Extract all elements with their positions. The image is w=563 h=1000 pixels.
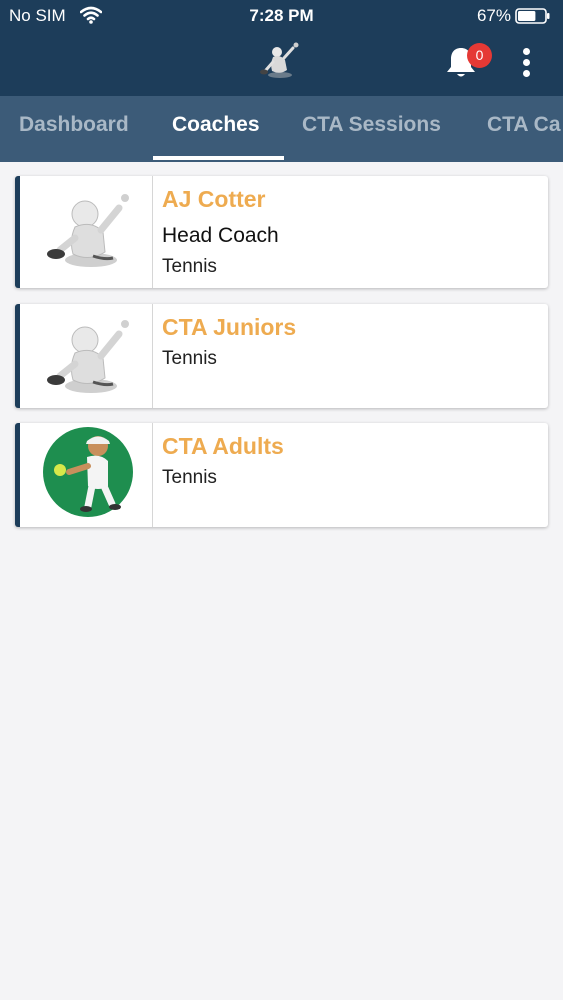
tennis-figure-icon	[47, 320, 129, 393]
tab-coaches[interactable]: Coaches	[172, 113, 260, 137]
tab-bar: Dashboard Coaches CTA Sessions CTA Ca	[0, 96, 563, 162]
coach-card[interactable]: CTA Adults Tennis	[15, 423, 548, 527]
coach-name: AJ Cotter	[162, 186, 266, 212]
app-header: No SIM 7:28 PM 67% 0	[0, 0, 563, 96]
coach-name: CTA Juniors	[162, 314, 297, 340]
active-tab-indicator	[153, 156, 284, 160]
tennis-player-logo-icon	[260, 42, 299, 78]
battery-icon	[515, 8, 550, 24]
coach-avatar	[20, 176, 153, 288]
status-bar: No SIM 7:28 PM 67%	[0, 0, 563, 32]
tab-cta-ca[interactable]: CTA Ca	[487, 113, 561, 137]
coach-name: CTA Adults	[162, 433, 284, 459]
battery-percent: 67%	[476, 6, 511, 25]
tab-dashboard[interactable]: Dashboard	[19, 113, 129, 137]
coach-sport: Tennis	[162, 256, 217, 277]
coach-avatar	[20, 423, 153, 527]
coach-avatar	[20, 304, 153, 408]
coach-card[interactable]: AJ Cotter Head Coach Tennis	[15, 176, 548, 288]
coach-sport: Tennis	[162, 467, 217, 488]
coach-title: Head Coach	[162, 224, 279, 247]
coach-sport: Tennis	[162, 348, 217, 369]
more-options-icon[interactable]	[515, 46, 537, 80]
notification-badge: 0	[467, 43, 492, 68]
coach-card[interactable]: CTA Juniors Tennis	[15, 304, 548, 408]
tennis-figure-icon	[47, 194, 129, 267]
tab-cta-sessions[interactable]: CTA Sessions	[302, 113, 441, 137]
tennis-player-cartoon-icon	[43, 427, 133, 517]
